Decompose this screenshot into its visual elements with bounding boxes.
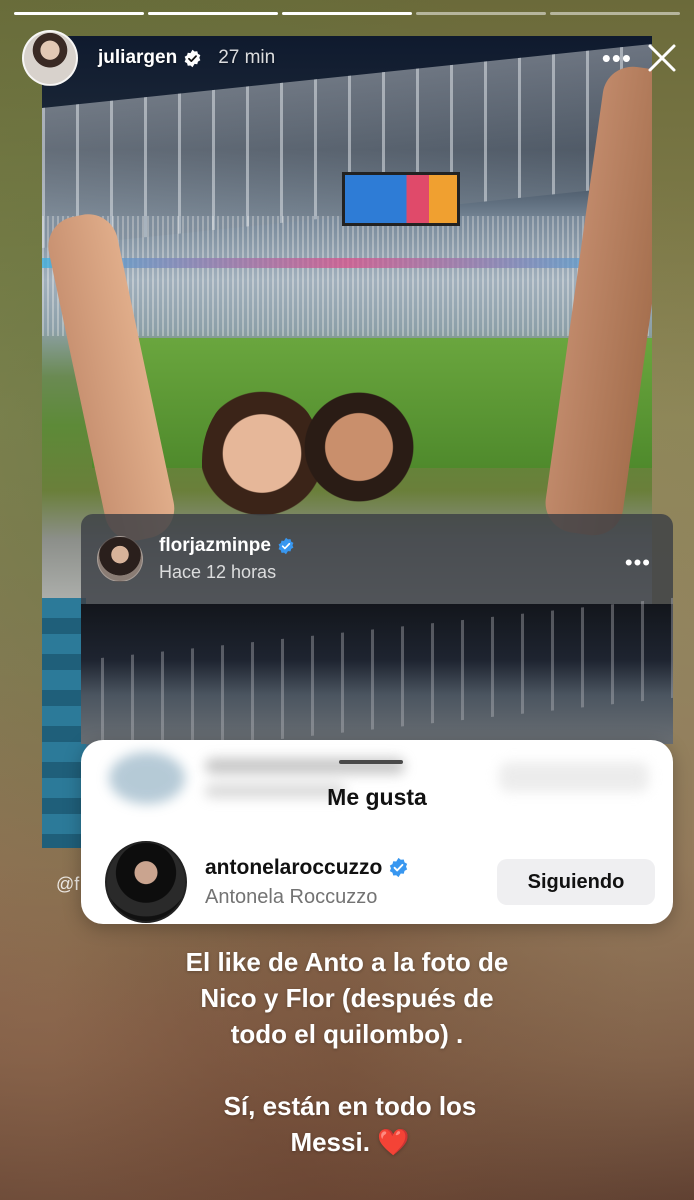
liker-full-name: Antonela Roccuzzo [205, 885, 378, 908]
led-banner [42, 258, 652, 268]
story-time: 27 min [218, 47, 276, 68]
post-username[interactable]: florjazminpe [159, 535, 271, 557]
story-progress [14, 12, 680, 15]
story-username[interactable]: juliargen [98, 47, 177, 69]
verified-icon [278, 537, 294, 555]
story-header: juliargen 27 min ••• [22, 30, 680, 86]
more-options-icon[interactable]: ••• [602, 45, 632, 71]
progress-segment [550, 12, 680, 15]
post-header: florjazminpe Hace 12 horas ••• [81, 514, 673, 604]
progress-segment [148, 12, 278, 15]
sheet-title: Me gusta [327, 784, 427, 810]
verified-icon [390, 857, 408, 878]
following-button[interactable]: Siguiendo [497, 859, 655, 905]
liker-avatar[interactable] [105, 841, 187, 923]
man-face [304, 372, 414, 522]
embedded-post: florjazminpe Hace 12 horas ••• [81, 514, 673, 744]
story-caption-1: El like de Anto a la foto de Nico y Flor… [185, 947, 509, 1049]
likes-sheet: Me gusta antonelaroccuzzo Antonela Roccu… [81, 740, 673, 924]
progress-segment [416, 12, 546, 15]
progress-segment [282, 12, 412, 15]
post-more-icon[interactable]: ••• [625, 552, 651, 574]
post-time: Hace 12 horas [159, 562, 277, 582]
caption-text: Sí, están en todo los Messi. [223, 1091, 477, 1157]
post-image [81, 596, 673, 744]
close-icon[interactable] [644, 40, 680, 76]
stadium-screen [342, 172, 460, 226]
mention-tag[interactable]: @f [56, 874, 79, 895]
sheet-grabber[interactable] [339, 760, 403, 764]
post-avatar[interactable] [97, 536, 143, 582]
liker-username[interactable]: antonelaroccuzzo [205, 856, 382, 880]
heart-emoji-icon: ❤️ [377, 1127, 410, 1157]
post-image-roof [81, 596, 673, 744]
seats [42, 598, 86, 848]
story-avatar[interactable] [22, 30, 78, 86]
progress-segment [14, 12, 144, 15]
story-caption-2: Sí, están en todo los Messi. ❤️ [190, 1088, 510, 1160]
verified-icon [184, 49, 201, 67]
like-row[interactable]: antonelaroccuzzo Antonela Roccuzzo Sigui… [105, 841, 655, 923]
